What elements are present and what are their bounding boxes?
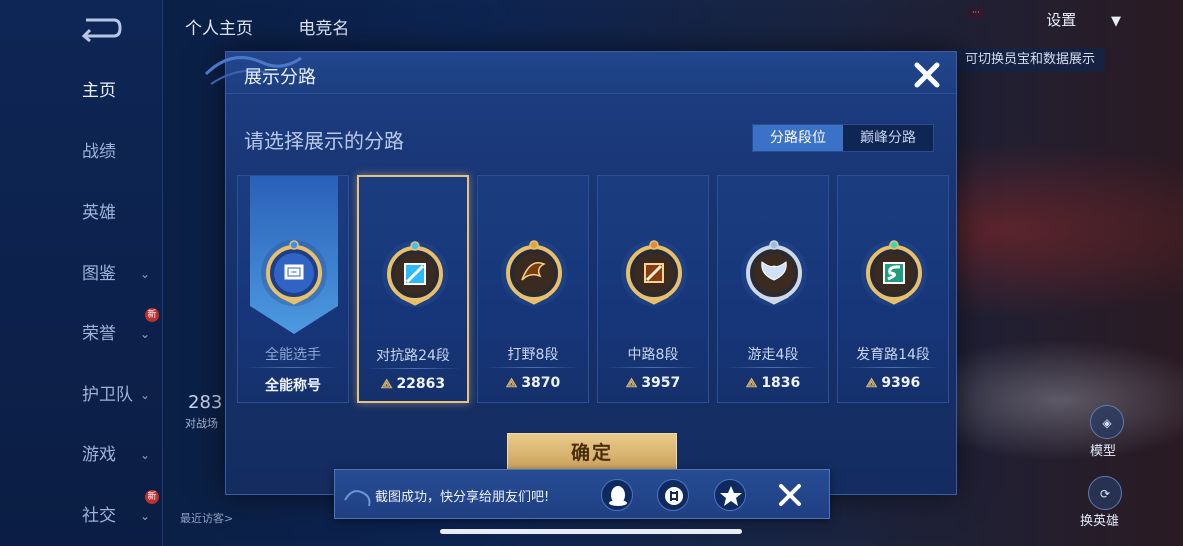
lane-cards: 全能选手 全能称号 对抗路24段 ⟁ 22863 打野8段 ⟁ 3870 中路8段 ⟁ 3957 游走… <box>237 175 949 403</box>
combat-power-icon: ⟁ <box>745 376 758 391</box>
card-divider <box>726 367 820 368</box>
wechat-icon[interactable] <box>657 479 689 511</box>
combat-power-icon: ⟁ <box>380 377 393 392</box>
sidebar-item-label: 战绩 <box>82 142 116 162</box>
mid-lane-emblem-icon <box>620 236 688 310</box>
decorative-note: ··· <box>968 7 984 18</box>
roam-emblem-icon <box>740 236 808 310</box>
sidebar-item-0[interactable]: 主页 <box>0 71 163 111</box>
toast-close-icon[interactable] <box>777 482 803 508</box>
combat-power-icon: ⟁ <box>505 376 518 391</box>
sidebar-item-7[interactable]: 社交 ⌄ <box>0 496 163 536</box>
chevron-down-icon: ▼ <box>1111 14 1121 29</box>
lane-score-value: 22863 <box>396 376 446 392</box>
sidebar-item-label: 图鉴 <box>82 264 116 284</box>
tab-esports[interactable]: 电竞名 <box>298 19 349 39</box>
allround-emblem-icon <box>260 236 328 310</box>
battle-count: 283 <box>188 392 223 413</box>
farm-lane-emblem-icon <box>860 236 928 310</box>
swap-hero-label: 换英雄 <box>1080 514 1120 529</box>
sidebar-item-label: 主页 <box>82 81 116 101</box>
new-badge: 新 <box>145 490 159 504</box>
combat-power-icon: ⟁ <box>865 376 878 391</box>
lane-name: 打野8段 <box>507 347 559 363</box>
chevron-down-icon: ⌄ <box>140 267 151 281</box>
model-button-label: 模型 <box>1090 444 1117 459</box>
back-arrow-icon[interactable] <box>78 14 124 43</box>
settings-label: 设置 <box>1046 11 1077 29</box>
new-badge: 新 <box>145 308 159 322</box>
lane-score-value: 3957 <box>641 375 681 391</box>
sidebar-item-label: 社交 <box>82 506 116 526</box>
chevron-down-icon: ⌄ <box>140 388 151 402</box>
jungle-emblem-icon <box>500 236 568 310</box>
lane-score-value: 1836 <box>761 375 801 391</box>
card-divider <box>606 367 700 368</box>
switch-hint: 可切换员宝和数据展示 <box>955 48 1106 72</box>
dialog-header: 展示分路 <box>204 52 956 94</box>
sidebar-item-label: 英雄 <box>82 203 116 223</box>
clash-lane-emblem-icon <box>381 237 449 311</box>
lane-name: 对抗路24段 <box>376 348 450 364</box>
lane-display-dialog: 展示分路 请选择展示的分路 分路段位 巅峰分路 全能选手 全能称号 对抗路24段 ⟁ 2… <box>204 51 957 495</box>
settings-menu[interactable]: 设置 ▼ <box>1046 8 1121 32</box>
lane-score: ⟁ 22863 <box>359 376 467 392</box>
card-divider <box>486 367 580 368</box>
lane-card[interactable]: 对抗路24段 ⟁ 22863 <box>357 175 469 403</box>
card-divider <box>246 367 340 368</box>
sidebar-item-5[interactable]: 护卫队 ⌄ <box>0 375 163 415</box>
dialog-subtitle: 请选择展示的分路 <box>244 129 404 153</box>
model-icon[interactable]: ◈ <box>1090 405 1124 439</box>
toggle-lane-rank[interactable]: 分路段位 <box>753 125 843 151</box>
lane-name: 全能选手 <box>265 347 321 363</box>
lane-card[interactable]: 中路8段 ⟁ 3957 <box>597 175 709 403</box>
lane-score: ⟁ 3870 <box>478 375 588 391</box>
chevron-down-icon: ⌄ <box>140 448 151 462</box>
lane-card[interactable]: 打野8段 ⟁ 3870 <box>477 175 589 403</box>
card-divider <box>846 367 940 368</box>
toast-message: 截图成功，快分享给朋友们吧! <box>375 490 550 505</box>
lane-score: ⟁ 3957 <box>598 375 708 391</box>
swap-hero-icon[interactable]: ⟳ <box>1088 476 1122 510</box>
tab-profile[interactable]: 个人主页 <box>185 19 253 39</box>
share-toast: 截图成功，快分享给朋友们吧! <box>334 469 830 519</box>
lane-card[interactable]: 全能选手 全能称号 <box>237 175 349 403</box>
close-icon[interactable] <box>912 60 942 90</box>
lane-score-value: 全能称号 <box>265 378 321 394</box>
sidebar-item-label: 游戏 <box>82 445 116 465</box>
qzone-icon[interactable] <box>714 479 746 511</box>
lane-name: 发育路14段 <box>856 347 930 363</box>
lane-score-value: 3870 <box>521 375 561 391</box>
lane-score: ⟁ 9396 <box>838 375 948 391</box>
sidebar-item-label: 护卫队 <box>82 385 133 405</box>
lane-score: ⟁ 1836 <box>718 375 828 391</box>
dialog-title: 展示分路 <box>244 67 316 88</box>
lane-name: 游走4段 <box>747 347 799 363</box>
sidebar-item-2[interactable]: 英雄 <box>0 193 163 233</box>
lane-name: 中路8段 <box>627 347 679 363</box>
sidebar-item-3[interactable]: 图鉴 ⌄ <box>0 254 163 294</box>
sidebar-item-6[interactable]: 游戏 ⌄ <box>0 435 163 475</box>
lane-score: 全能称号 <box>238 375 348 395</box>
sidebar-item-4[interactable]: 荣誉 ⌄ <box>0 314 163 354</box>
toast-swirl-icon <box>344 490 371 507</box>
sidebar-item-label: 荣誉 <box>82 324 116 344</box>
confirm-button[interactable]: 确定 <box>507 433 677 473</box>
home-indicator[interactable] <box>440 529 742 534</box>
lane-score-value: 9396 <box>881 375 921 391</box>
lane-card[interactable]: 游走4段 ⟁ 1836 <box>717 175 829 403</box>
qq-icon[interactable] <box>601 479 633 511</box>
lane-card[interactable]: 发育路14段 ⟁ 9396 <box>837 175 949 403</box>
sidebar-item-1[interactable]: 战绩 <box>0 132 163 172</box>
card-divider <box>367 368 461 369</box>
lane-mode-toggle: 分路段位 巅峰分路 <box>752 124 934 152</box>
toggle-peak-lane[interactable]: 巅峰分路 <box>843 125 933 151</box>
recent-visitors-link[interactable]: 最近访客> <box>180 510 233 526</box>
top-tabs: 个人主页 电竞名 <box>185 14 389 39</box>
combat-power-icon: ⟁ <box>625 376 638 391</box>
battle-count-label: 对战场 <box>185 417 218 430</box>
